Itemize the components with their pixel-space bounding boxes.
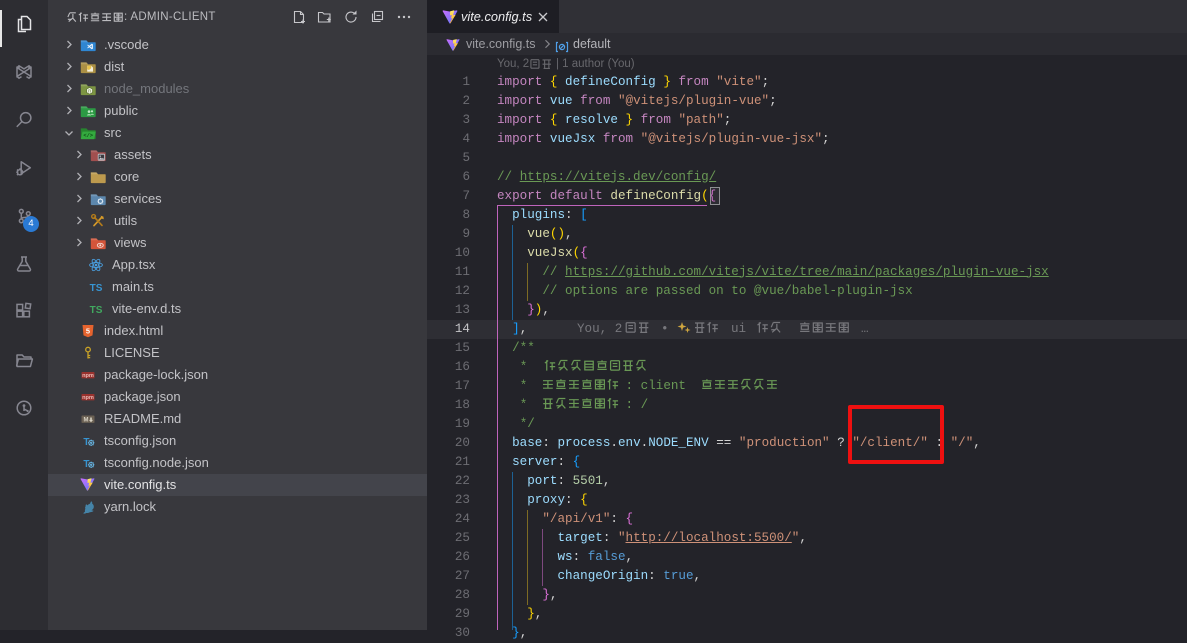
svg-text:n: n	[88, 89, 91, 95]
svg-text:TS: TS	[90, 305, 103, 316]
svg-text:npm: npm	[82, 373, 94, 379]
svg-text:TS: TS	[90, 283, 103, 294]
svg-text:npm: npm	[82, 395, 94, 401]
svg-text:M: M	[84, 417, 89, 423]
svg-text:</>: </>	[83, 133, 93, 139]
